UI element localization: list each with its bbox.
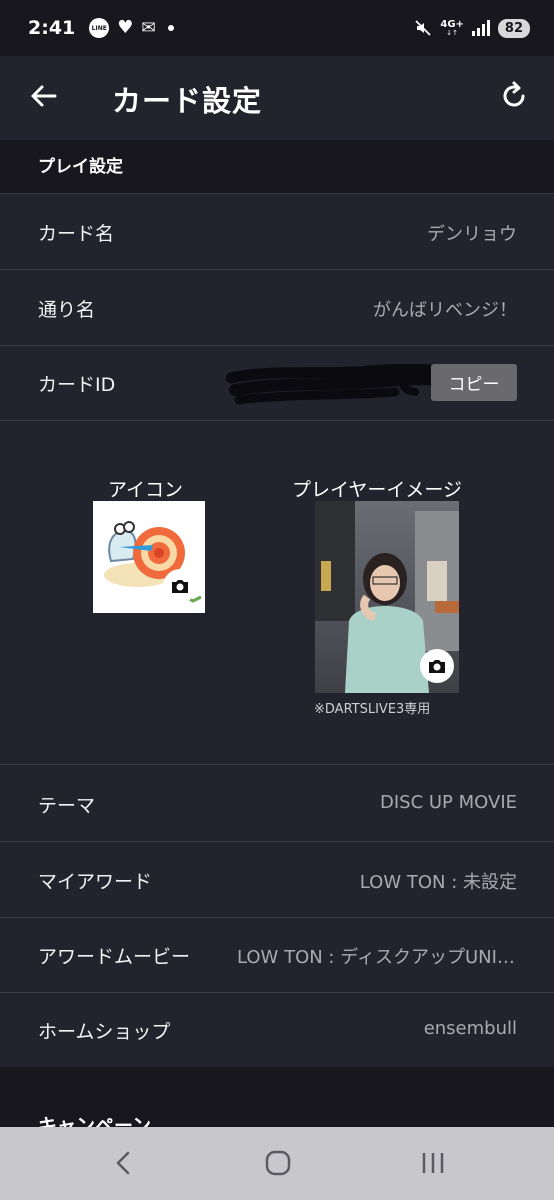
camera-icon	[429, 660, 445, 673]
row-theme[interactable]: テーマ DISC UP MOVIE	[0, 766, 554, 842]
card-id-label: カードID	[38, 374, 116, 396]
card-id-redaction	[225, 364, 443, 405]
line-icon: LINE	[89, 18, 110, 38]
camera-icon	[172, 580, 188, 593]
my-award-label: マイアワード	[38, 871, 153, 893]
card-name-label: カード名	[38, 223, 115, 245]
mail-icon: ✉	[141, 17, 156, 38]
battery-icon: 82	[497, 18, 530, 38]
dot-icon	[167, 25, 174, 31]
row-street-name[interactable]: 通り名 がんばリベンジ！	[0, 270, 554, 346]
theme-value: DISC UP MOVIE	[379, 792, 517, 813]
nav-back-icon[interactable]	[104, 1145, 144, 1181]
nav-home-icon[interactable]	[258, 1145, 298, 1181]
heart-icon: ♥	[117, 17, 134, 38]
system-navigation-bar	[0, 1127, 554, 1200]
app-bar: カード設定	[0, 56, 554, 140]
notification-icons: LINE ♥ ✉	[89, 17, 174, 38]
section-header-campaign: キャンペーン	[0, 1067, 554, 1127]
page-title: カード設定	[112, 84, 263, 118]
network-label: 4G+ ↓↑	[440, 18, 464, 37]
player-image-note: ※DARTSLIVE3専用	[314, 702, 431, 717]
row-my-award[interactable]: マイアワード LOW TON : 未設定	[0, 842, 554, 918]
back-arrow-icon[interactable]	[28, 80, 60, 112]
refresh-icon[interactable]	[498, 80, 530, 112]
row-home-shop[interactable]: ホームショップ ensembull	[0, 992, 554, 1068]
player-image[interactable]	[315, 501, 459, 693]
theme-label: テーマ	[38, 795, 96, 817]
copy-button[interactable]: コピー	[431, 364, 517, 401]
icon-label: アイコン	[108, 479, 184, 501]
row-card-name[interactable]: カード名 デンリョウ	[0, 194, 554, 270]
system-status-icons: 4G+ ↓↑ 82	[414, 18, 530, 38]
nav-recents-icon[interactable]	[413, 1145, 453, 1181]
player-image-label: プレイヤーイメージ	[292, 479, 463, 501]
card-name-value: デンリョウ	[427, 224, 517, 245]
signal-icon	[471, 20, 490, 36]
home-shop-value: ensembull	[423, 1018, 517, 1039]
my-award-value: LOW TON : 未設定	[359, 872, 517, 893]
award-movie-value: LOW TON : ディスクアップUNIVERSE	[237, 947, 517, 968]
section-header-play-settings: プレイ設定	[0, 140, 554, 194]
street-name-value: がんばリベンジ！	[373, 300, 517, 321]
icon-image[interactable]	[93, 501, 205, 613]
images-area: アイコン プレイヤーイメージ ※DARTSLIVE3専用	[0, 421, 554, 765]
street-name-label: 通り名	[38, 299, 96, 321]
mute-icon	[415, 20, 431, 36]
home-shop-label: ホームショップ	[38, 1021, 171, 1043]
award-movie-label: アワードムービー	[38, 946, 191, 968]
status-time: 2:41	[28, 17, 76, 39]
icon-camera-button[interactable]	[163, 569, 197, 603]
section-title: プレイ設定	[38, 157, 123, 177]
status-bar: 2:41 LINE ♥ ✉ 4G+ ↓↑ 82	[0, 0, 554, 56]
campaign-section-title: キャンペーン	[38, 1115, 152, 1127]
row-award-movie[interactable]: アワードムービー LOW TON : ディスクアップUNIVERSE	[0, 917, 554, 993]
player-camera-button[interactable]	[420, 649, 454, 683]
